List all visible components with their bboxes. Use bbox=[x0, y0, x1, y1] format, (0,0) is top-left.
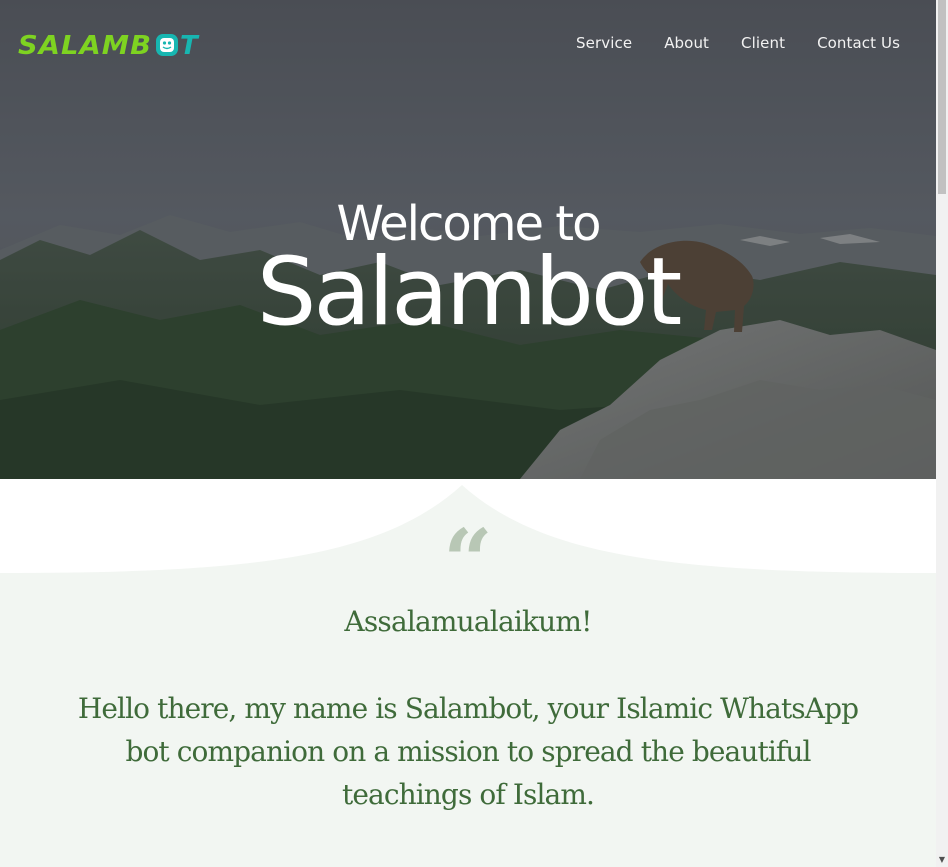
nav-link-about[interactable]: About bbox=[648, 34, 725, 52]
quote-icon: “ bbox=[443, 511, 493, 612]
scroll-down-arrow-icon[interactable]: ▼ bbox=[936, 855, 948, 865]
svg-text:T: T bbox=[180, 31, 200, 60]
page-scrollbar[interactable]: ▼ bbox=[936, 0, 948, 867]
page-content: SALAMB T Service About Client Contact Us… bbox=[0, 0, 936, 867]
navbar: SALAMB T Service About Client Contact Us bbox=[0, 0, 936, 90]
page: SALAMB T Service About Client Contact Us… bbox=[0, 0, 948, 867]
hero-title: Salambot bbox=[256, 238, 683, 347]
hero-section: SALAMB T Service About Client Contact Us… bbox=[0, 0, 936, 479]
intro-section: “ Assalamualaikum! Hello there, my name … bbox=[0, 479, 936, 867]
salambot-logo[interactable]: SALAMB T bbox=[18, 30, 204, 60]
scrollbar-thumb[interactable] bbox=[938, 0, 946, 194]
nav-link-client[interactable]: Client bbox=[725, 34, 801, 52]
nav-link-service[interactable]: Service bbox=[560, 34, 648, 52]
greeting-text: Assalamualaikum! bbox=[344, 605, 592, 638]
intro-message: Hello there, my name is Salambot, your I… bbox=[77, 692, 859, 811]
nav-menu: Service About Client Contact Us bbox=[560, 34, 900, 52]
nav-link-contact-us[interactable]: Contact Us bbox=[801, 34, 900, 52]
svg-text:SALAMB: SALAMB bbox=[18, 31, 152, 60]
